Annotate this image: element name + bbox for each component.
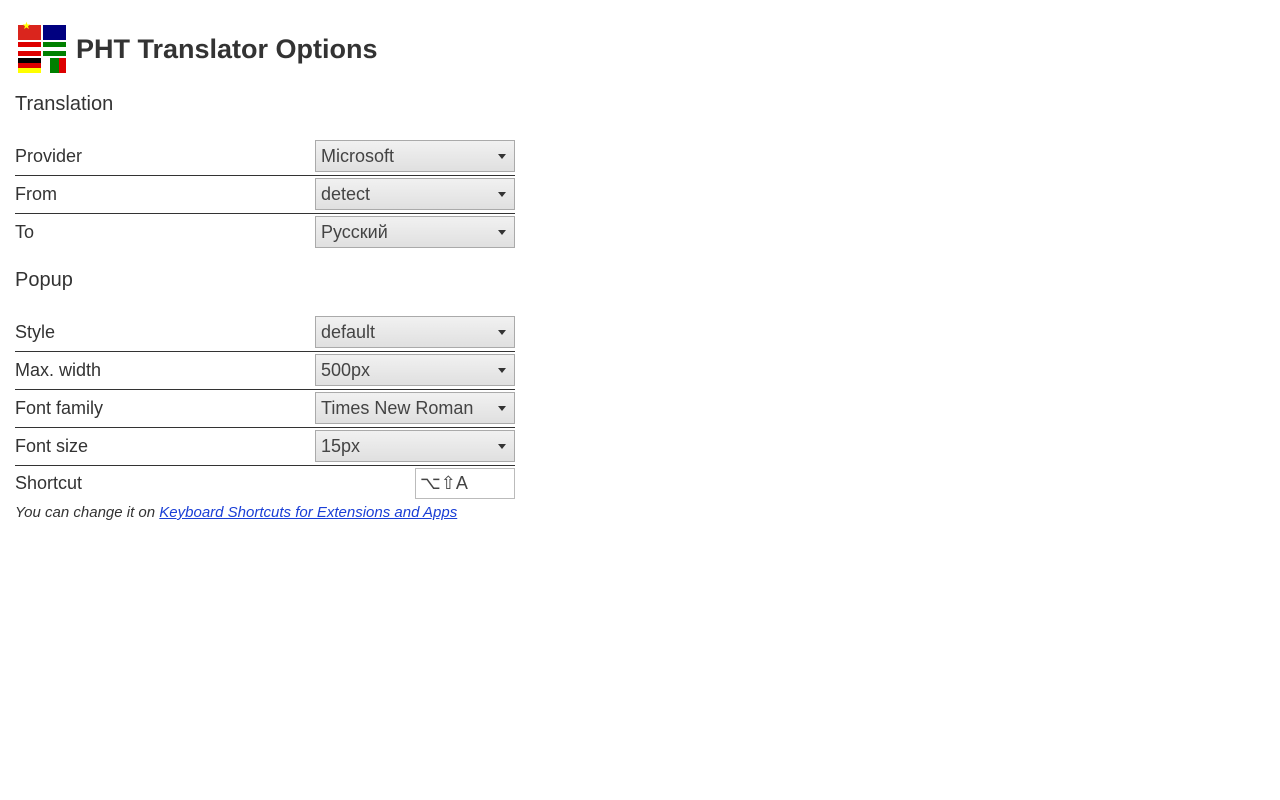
section-popup-title: Popup bbox=[15, 269, 1265, 292]
shortcut-input[interactable] bbox=[415, 468, 515, 499]
style-label: Style bbox=[15, 322, 55, 343]
shortcut-hint: You can change it on Keyboard Shortcuts … bbox=[15, 504, 515, 521]
maxwidth-label: Max. width bbox=[15, 360, 101, 381]
shortcut-hint-link[interactable]: Keyboard Shortcuts for Extensions and Ap… bbox=[159, 504, 457, 521]
from-select[interactable]: detect bbox=[315, 178, 515, 210]
provider-select[interactable]: Microsoft bbox=[315, 140, 515, 172]
popup-form: Style default Max. width 500px Font fami… bbox=[15, 314, 515, 521]
to-label: To bbox=[15, 222, 34, 243]
translation-form: Provider Microsoft From detect To Русски… bbox=[15, 138, 515, 251]
app-logo bbox=[18, 25, 66, 73]
fontsize-select[interactable]: 15px bbox=[315, 430, 515, 462]
section-translation-title: Translation bbox=[15, 93, 1265, 116]
to-select[interactable]: Русский bbox=[315, 216, 515, 248]
maxwidth-select[interactable]: 500px bbox=[315, 354, 515, 386]
fontfamily-select[interactable]: Times New Roman bbox=[315, 392, 515, 424]
provider-label: Provider bbox=[15, 146, 82, 167]
shortcut-label: Shortcut bbox=[15, 473, 82, 494]
fontfamily-label: Font family bbox=[15, 398, 103, 419]
page-title: PHT Translator Options bbox=[76, 34, 378, 65]
from-label: From bbox=[15, 184, 57, 205]
fontsize-label: Font size bbox=[15, 436, 88, 457]
shortcut-hint-text: You can change it on bbox=[15, 504, 159, 521]
style-select[interactable]: default bbox=[315, 316, 515, 348]
